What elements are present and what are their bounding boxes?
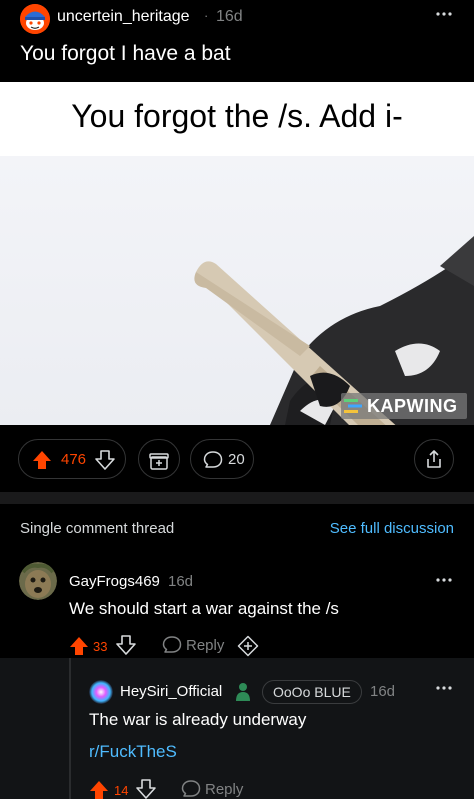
- more-options-icon[interactable]: [434, 570, 454, 590]
- reply-icon[interactable]: [161, 634, 183, 656]
- kapwing-watermark: KAPWING: [341, 393, 467, 419]
- avatar[interactable]: [89, 680, 113, 704]
- snoo-avatar-icon: [20, 4, 50, 34]
- siri-orb-icon: [89, 680, 113, 704]
- single-thread-label: Single comment thread: [20, 520, 175, 537]
- subreddit-link[interactable]: r/FuckTheS: [89, 742, 177, 762]
- person-flair-icon: [236, 683, 250, 701]
- comments-button[interactable]: 20: [190, 439, 254, 479]
- post-header: uncertein_heritage · 16d You forgot I ha…: [0, 0, 474, 80]
- post-score: 476: [61, 451, 87, 468]
- op-avatar[interactable]: [20, 4, 50, 34]
- comment-count: 20: [228, 451, 245, 468]
- downvote-icon[interactable]: [94, 449, 116, 471]
- award-button[interactable]: [138, 439, 180, 479]
- more-options-icon[interactable]: [434, 678, 454, 698]
- avatar[interactable]: [19, 562, 57, 600]
- award-icon[interactable]: [237, 635, 259, 657]
- section-divider: [0, 492, 474, 504]
- upvote-icon[interactable]: [68, 635, 90, 657]
- more-options-icon[interactable]: [434, 4, 454, 24]
- media-caption: You forgot the /s. Add i-: [71, 98, 403, 134]
- see-full-discussion-link[interactable]: See full discussion: [330, 520, 454, 537]
- thread-bar: Single comment thread See full discussio…: [0, 504, 474, 552]
- op-username[interactable]: uncertein_heritage: [57, 8, 190, 26]
- comment-age: 16d: [370, 683, 396, 700]
- comment-gayfrogs469: GayFrogs469 16d We should start a war ag…: [0, 552, 474, 658]
- comment-icon: [203, 451, 223, 468]
- upvote-icon[interactable]: [31, 449, 53, 471]
- post-title[interactable]: You forgot I have a bat: [20, 42, 231, 66]
- comment-heysiri-official: HeySiri_Official OoOo BLUE 16d The war i…: [0, 658, 474, 799]
- upvote-icon[interactable]: [88, 779, 110, 799]
- vote-control: 476: [18, 439, 126, 479]
- comment-age: 16d: [168, 573, 194, 590]
- share-icon: [427, 450, 441, 468]
- reply-button[interactable]: Reply: [205, 781, 243, 798]
- downvote-icon[interactable]: [135, 778, 157, 799]
- meta-separator: ·: [204, 8, 209, 23]
- kapwing-logo-icon: [344, 399, 362, 413]
- kapwing-watermark-text: KAPWING: [367, 396, 458, 416]
- post-media[interactable]: You forgot the /s. Add i- KAPWING: [0, 82, 474, 425]
- reply-button[interactable]: Reply: [186, 637, 224, 654]
- comment-username[interactable]: HeySiri_Official: [120, 683, 222, 700]
- thread-line[interactable]: [69, 658, 71, 799]
- tree-face-avatar-icon: [19, 562, 57, 600]
- post-action-bar: 476 20: [0, 425, 474, 495]
- post-age: 16d: [216, 8, 243, 25]
- share-button[interactable]: [414, 439, 454, 479]
- downvote-icon[interactable]: [115, 634, 137, 656]
- reply-icon[interactable]: [180, 778, 202, 799]
- cat-with-bat-image: [194, 236, 474, 425]
- comment-body: The war is already underway: [89, 710, 307, 729]
- gif-frame: [0, 156, 474, 425]
- award-icon: [149, 453, 169, 470]
- comment-score: 33: [93, 639, 108, 654]
- user-flair: OoOo BLUE: [262, 680, 362, 704]
- comment-username[interactable]: GayFrogs469: [69, 573, 160, 590]
- comment-score: 14: [114, 783, 129, 798]
- comment-body: We should start a war against the /s: [69, 599, 339, 618]
